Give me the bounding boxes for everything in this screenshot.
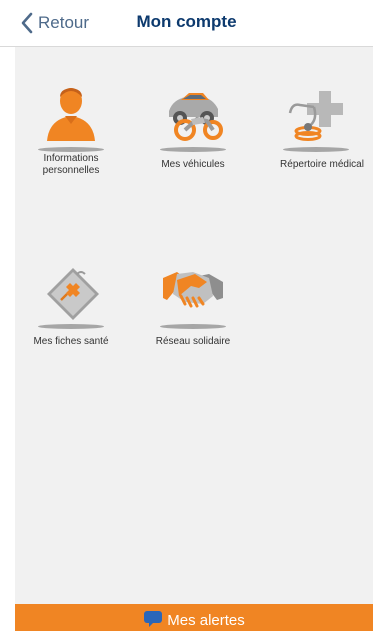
alerts-bar[interactable]: Mes alertes: [15, 604, 373, 631]
medical-directory-icon: [288, 91, 343, 141]
tile-shadow: [283, 147, 349, 152]
handshake-icon: [163, 272, 223, 308]
tile-vehicles[interactable]: Mes véhicules: [147, 83, 239, 193]
person-icon: [47, 88, 95, 141]
navigation-bar: Retour Mon compte: [0, 0, 373, 47]
alerts-label: Mes alertes: [167, 611, 245, 629]
tile-health-files[interactable]: Mes fiches santé: [25, 260, 117, 370]
tile-label: Répertoire médical: [280, 159, 364, 170]
tile-label: Mes fiches santé: [33, 336, 109, 347]
tile-shadow: [38, 324, 104, 329]
tile-label: Mes véhicules: [161, 159, 225, 170]
health-file-icon: [47, 268, 99, 320]
tile-shadow: [38, 147, 104, 152]
page-title: Mon compte: [136, 12, 237, 31]
vehicles-icon: [169, 93, 223, 141]
tile-label: Informations personnelles: [42, 153, 100, 176]
account-menu-grid: Informations personnelles Mes véhicules: [15, 47, 373, 604]
tile-shadow: [160, 324, 226, 329]
tile-personal-info[interactable]: Informations personnelles: [25, 83, 117, 193]
tile-label: Réseau solidaire: [155, 336, 231, 347]
tile-medical-directory[interactable]: Répertoire médical: [270, 83, 364, 193]
tile-shadow: [160, 147, 226, 152]
tile-solidarity-network[interactable]: Réseau solidaire: [147, 260, 239, 370]
chat-bubble-icon: [144, 611, 163, 627]
